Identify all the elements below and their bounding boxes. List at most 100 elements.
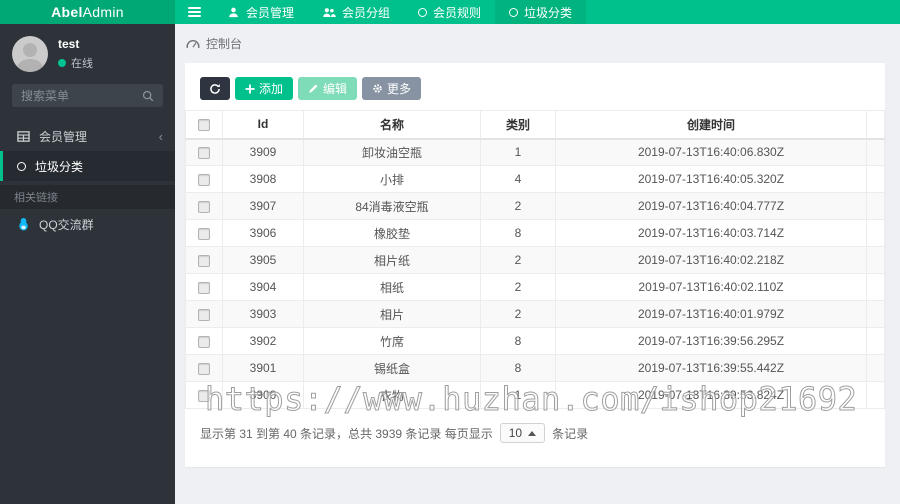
table-row[interactable]: 3909 卸妆油空瓶 1 2019-07-13T16:40:06.830Z: [185, 138, 885, 166]
cell-id: 3909: [222, 138, 304, 166]
cell-name: 衣物: [303, 381, 481, 409]
sidebar-item-label: 垃圾分类: [35, 159, 84, 174]
more-button[interactable]: 更多: [362, 77, 422, 100]
table-row[interactable]: 3907 84消毒液空瓶 2 2019-07-13T16:40:04.777Z: [185, 192, 885, 220]
cell-select: [185, 138, 223, 166]
column-header-empty: [866, 110, 885, 140]
table-row[interactable]: 3902 竹席 8 2019-07-13T16:39:56.295Z: [185, 327, 885, 355]
cell-empty: [866, 381, 885, 409]
cell-empty: [866, 273, 885, 301]
page-size-dropdown[interactable]: 10: [499, 423, 546, 443]
nav-item-label: 会员分组: [342, 5, 391, 20]
row-checkbox[interactable]: [198, 254, 210, 267]
chevron-left-icon: ‹: [158, 128, 163, 144]
user-panel: test 在线: [0, 24, 175, 84]
nav-item-member-groups[interactable]: 会员分组: [308, 0, 404, 24]
cell-empty: [866, 246, 885, 274]
cell-id: 3900: [222, 381, 304, 409]
sidebar-item-members[interactable]: 会员管理 ‹: [0, 121, 175, 151]
sidebar-toggle-button[interactable]: [175, 0, 213, 24]
cell-category: 4: [480, 165, 556, 193]
user-status-label: 在线: [71, 58, 93, 70]
table-row[interactable]: 3906 橡胶垫 8 2019-07-13T16:40:03.714Z: [185, 219, 885, 247]
cell-empty: [866, 327, 885, 355]
cell-category: 2: [480, 300, 556, 328]
cell-id: 3907: [222, 192, 304, 220]
cell-select: [185, 354, 223, 382]
dashboard-icon: [186, 40, 200, 49]
cell-empty: [866, 165, 885, 193]
cell-id: 3906: [222, 219, 304, 247]
nav-item-garbage-classification[interactable]: 垃圾分类: [495, 0, 587, 24]
user-icon: [229, 7, 238, 17]
cell-created: 2019-07-13T16:39:56.295Z: [555, 327, 867, 355]
cell-category: 1: [480, 138, 556, 166]
row-checkbox[interactable]: [198, 227, 210, 240]
edit-button[interactable]: 编辑: [298, 77, 358, 100]
cell-name: 锡纸盒: [303, 354, 481, 382]
cell-select: [185, 165, 223, 193]
cell-name: 竹席: [303, 327, 481, 355]
table-row[interactable]: 3901 锡纸盒 8 2019-07-13T16:39:55.442Z: [185, 354, 885, 382]
refresh-icon: [210, 83, 220, 94]
sidebar-item-qq-group[interactable]: QQ交流群: [0, 209, 175, 239]
table-row[interactable]: 3905 相片纸 2 2019-07-13T16:40:02.218Z: [185, 246, 885, 274]
row-checkbox[interactable]: [198, 147, 210, 160]
search-icon[interactable]: [142, 90, 154, 102]
row-checkbox[interactable]: [198, 173, 210, 186]
menu-toggle-icon: [187, 7, 201, 17]
row-checkbox[interactable]: [198, 389, 210, 402]
pagination: 显示第 31 到第 40 条记录，总共 3939 条记录 每页显示 10 条记录: [200, 423, 870, 443]
row-checkbox[interactable]: [198, 281, 210, 294]
row-checkbox[interactable]: [198, 335, 210, 348]
cell-empty: [866, 300, 885, 328]
sidebar-section-title: 相关链接: [0, 185, 175, 209]
table-row[interactable]: 3903 相片 2 2019-07-13T16:40:01.979Z: [185, 300, 885, 328]
cell-name: 小排: [303, 165, 481, 193]
search-input[interactable]: [21, 88, 142, 103]
app-logo-bold: Abel: [51, 4, 83, 20]
nav-item-member-rules[interactable]: 会员规则: [404, 0, 495, 24]
top-navbar: Abel Admin 会员管理 会员分组 会员规则 垃圾分类: [0, 0, 900, 24]
sidebar: test 在线 会员管理 ‹ 垃圾分类 相关链接 QQ交流群: [0, 24, 175, 504]
pagination-summary: 显示第 31 到第 40 条记录，总共 3939 条记录 每页显示: [200, 426, 493, 441]
avatar[interactable]: [12, 36, 48, 72]
circle-icon: [17, 161, 26, 171]
main-content: 控制台 添加 编辑 更多 Id 名称 类别 创建时间 3909 卸妆油空瓶 1 …: [175, 24, 900, 504]
sidebar-item-garbage-classification[interactable]: 垃圾分类: [0, 151, 175, 181]
app-logo: Abel Admin: [0, 0, 175, 24]
column-header-category: 类别: [480, 110, 556, 140]
cell-category: 2: [480, 246, 556, 274]
cell-id: 3903: [222, 300, 304, 328]
user-name: test: [58, 37, 80, 51]
online-status-dot: [58, 59, 66, 67]
refresh-button[interactable]: [200, 77, 230, 100]
caret-up-icon: [528, 430, 537, 436]
cell-name: 卸妆油空瓶: [303, 138, 481, 166]
cell-created: 2019-07-13T16:40:04.777Z: [555, 192, 867, 220]
cell-select: [185, 192, 223, 220]
cell-id: 3904: [222, 273, 304, 301]
cell-empty: [866, 219, 885, 247]
row-checkbox[interactable]: [198, 362, 210, 375]
nav-item-label: 会员管理: [246, 5, 295, 20]
select-all-checkbox[interactable]: [198, 119, 210, 132]
cell-id: 3908: [222, 165, 304, 193]
cell-empty: [866, 192, 885, 220]
add-button[interactable]: 添加: [235, 77, 294, 100]
table-row[interactable]: 3900 衣物 1 2019-07-13T16:39:53.824Z: [185, 381, 885, 409]
table-row[interactable]: 3908 小排 4 2019-07-13T16:40:05.320Z: [185, 165, 885, 193]
users-icon: [323, 7, 336, 17]
add-button-label: 添加: [259, 82, 284, 96]
table-row[interactable]: 3904 相纸 2 2019-07-13T16:40:02.110Z: [185, 273, 885, 301]
table-card: 添加 编辑 更多 Id 名称 类别 创建时间 3909 卸妆油空瓶 1 2019…: [185, 63, 885, 467]
sidebar-item-label: QQ交流群: [39, 217, 94, 232]
cell-category: 1: [480, 381, 556, 409]
cell-category: 2: [480, 273, 556, 301]
nav-item-members[interactable]: 会员管理: [213, 0, 308, 24]
row-checkbox[interactable]: [198, 200, 210, 213]
cell-category: 8: [480, 354, 556, 382]
cell-empty: [866, 354, 885, 382]
row-checkbox[interactable]: [198, 308, 210, 321]
cell-select: [185, 219, 223, 247]
